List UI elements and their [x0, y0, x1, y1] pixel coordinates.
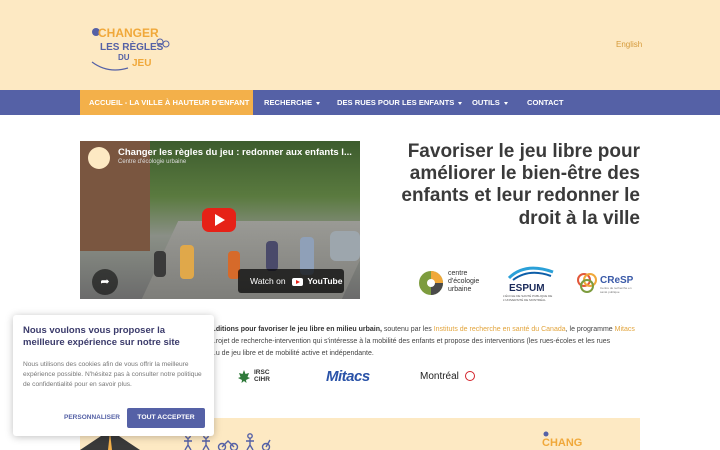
espum-name: ESPUM	[509, 283, 545, 294]
language-switch-link[interactable]: English	[616, 40, 642, 49]
youtube-wordmark: YouTube	[307, 276, 343, 286]
chevron-down-icon	[503, 101, 508, 105]
intro-paragraph: ...ditions pour favoriser le jeu libre e…	[210, 324, 650, 360]
intro-line: ...rojet de recherche-intervention qui s…	[210, 337, 611, 345]
video-thumbnail-figure	[180, 245, 194, 279]
hero-title: Favoriser le jeu libre pour améliorer le…	[401, 141, 640, 229]
chevron-down-icon	[316, 101, 321, 105]
irsc-line: IRSC	[254, 369, 270, 376]
cookie-consent-dialog: Nous voulons vous proposer la meilleure …	[13, 315, 214, 436]
ceu-line: centre	[448, 270, 468, 277]
customize-cookies-button[interactable]: PERSONNALISER	[61, 409, 123, 427]
irsc-cihr-logo[interactable]: IRSC CIHR	[236, 366, 304, 388]
nav-item-outils[interactable]: Outils	[472, 90, 508, 115]
intro-text: soutenu par les	[381, 326, 434, 333]
irsc-link[interactable]: Instituts de recherche en santé du Canad…	[434, 326, 566, 333]
watch-on-youtube-button[interactable]: Watch on YouTube	[238, 269, 344, 293]
watch-on-label: Watch on	[250, 276, 286, 286]
video-thumbnail-figure	[266, 241, 278, 271]
accept-all-cookies-button[interactable]: TOUT ACCEPTER	[127, 408, 205, 428]
svg-text:CHANGER: CHANGER	[98, 26, 159, 40]
video-embed[interactable]: Changer les règles du jeu : redonner aux…	[80, 141, 360, 299]
intro-text: , le programme	[565, 326, 615, 333]
cookie-description: Nous utilisons des cookies afin de vous …	[23, 361, 202, 389]
espum-logo[interactable]: ESPUM L'ÉCOLE DE SANTÉ PUBLIQUE DE L'UNI…	[501, 264, 563, 304]
cookie-title: Nous voulons vous proposer la meilleure …	[23, 325, 180, 348]
irsc-line: CIHR	[254, 376, 270, 384]
nav-item-label: Des rues pour les enfants	[337, 98, 455, 107]
svg-text:CHANGER: CHANGER	[542, 437, 582, 449]
mitacs-link[interactable]: Mitacs	[615, 326, 635, 333]
mitacs-logo[interactable]: Mitacs	[326, 366, 396, 388]
chevron-down-icon	[458, 101, 463, 105]
video-thumbnail-figure	[154, 251, 166, 277]
cresp-subtitle: Centre de recherche en santé publique	[600, 286, 632, 294]
video-channel-name[interactable]: Centre d'écologie urbaine	[118, 159, 186, 165]
intro-bold: ...ditions pour favoriser le jeu libre e…	[210, 326, 382, 333]
channel-avatar[interactable]	[88, 147, 110, 169]
changer-logo-small: CHANGER	[542, 431, 582, 449]
nav-item-accueil[interactable]: Accueil - La ville à hauteur d'enfant	[80, 90, 253, 115]
nav-item-label: Accueil - La ville à hauteur d'enfant	[89, 98, 250, 107]
cresp-emblem-icon	[577, 273, 597, 293]
maple-leaf-icon	[238, 370, 250, 383]
ceu-emblem-icon	[419, 271, 443, 295]
intro-line: ...ditions pour favoriser le jeu libre e…	[210, 324, 650, 336]
nav-item-des-rues[interactable]: Des rues pour les enfants	[337, 90, 463, 115]
montreal-rosette-icon	[464, 371, 475, 382]
youtube-logo-icon	[291, 277, 303, 286]
nav-item-label: Recherche	[264, 98, 313, 107]
play-button[interactable]	[202, 208, 236, 232]
centre-ecologie-urbaine-logo[interactable]: centre d'écologie urbaine	[418, 268, 490, 298]
share-icon[interactable]: ➦	[92, 269, 118, 295]
main-navigation: Accueil - La ville à hauteur d'enfant Re…	[0, 90, 720, 115]
espum-swoosh-icon	[507, 266, 554, 281]
montreal-logo[interactable]: Montréal	[420, 366, 482, 388]
cresp-logo[interactable]: CReSP Centre de recherche en santé publi…	[576, 270, 636, 296]
intro-line: ...u de jeu libre et de mobilité active …	[210, 349, 374, 357]
nav-item-label: Contact	[527, 98, 564, 107]
video-thumbnail-car	[330, 231, 360, 261]
changer-les-regles-du-jeu-logo[interactable]: CHANGER LES RÈGLES DU JEU	[88, 22, 176, 74]
espum-subtitle: L'ÉCOLE DE SANTÉ PUBLIQUE DE L'UNIVERSIT…	[503, 294, 553, 302]
site-header: CHANGER LES RÈGLES DU JEU English	[0, 0, 720, 90]
nav-item-recherche[interactable]: Recherche	[264, 90, 321, 115]
cresp-name: CReSP	[600, 275, 634, 286]
svg-text:DU: DU	[118, 53, 130, 62]
svg-text:JEU: JEU	[132, 58, 151, 69]
nav-item-label: Outils	[472, 98, 500, 107]
ceu-line: d'écologie	[448, 278, 480, 286]
ceu-line: urbaine	[448, 286, 472, 294]
nav-item-contact[interactable]: Contact	[527, 90, 564, 115]
video-title[interactable]: Changer les règles du jeu : redonner aux…	[118, 147, 352, 158]
montreal-wordmark: Montréal	[420, 371, 459, 382]
svg-text:LES RÈGLES: LES RÈGLES	[100, 40, 164, 53]
